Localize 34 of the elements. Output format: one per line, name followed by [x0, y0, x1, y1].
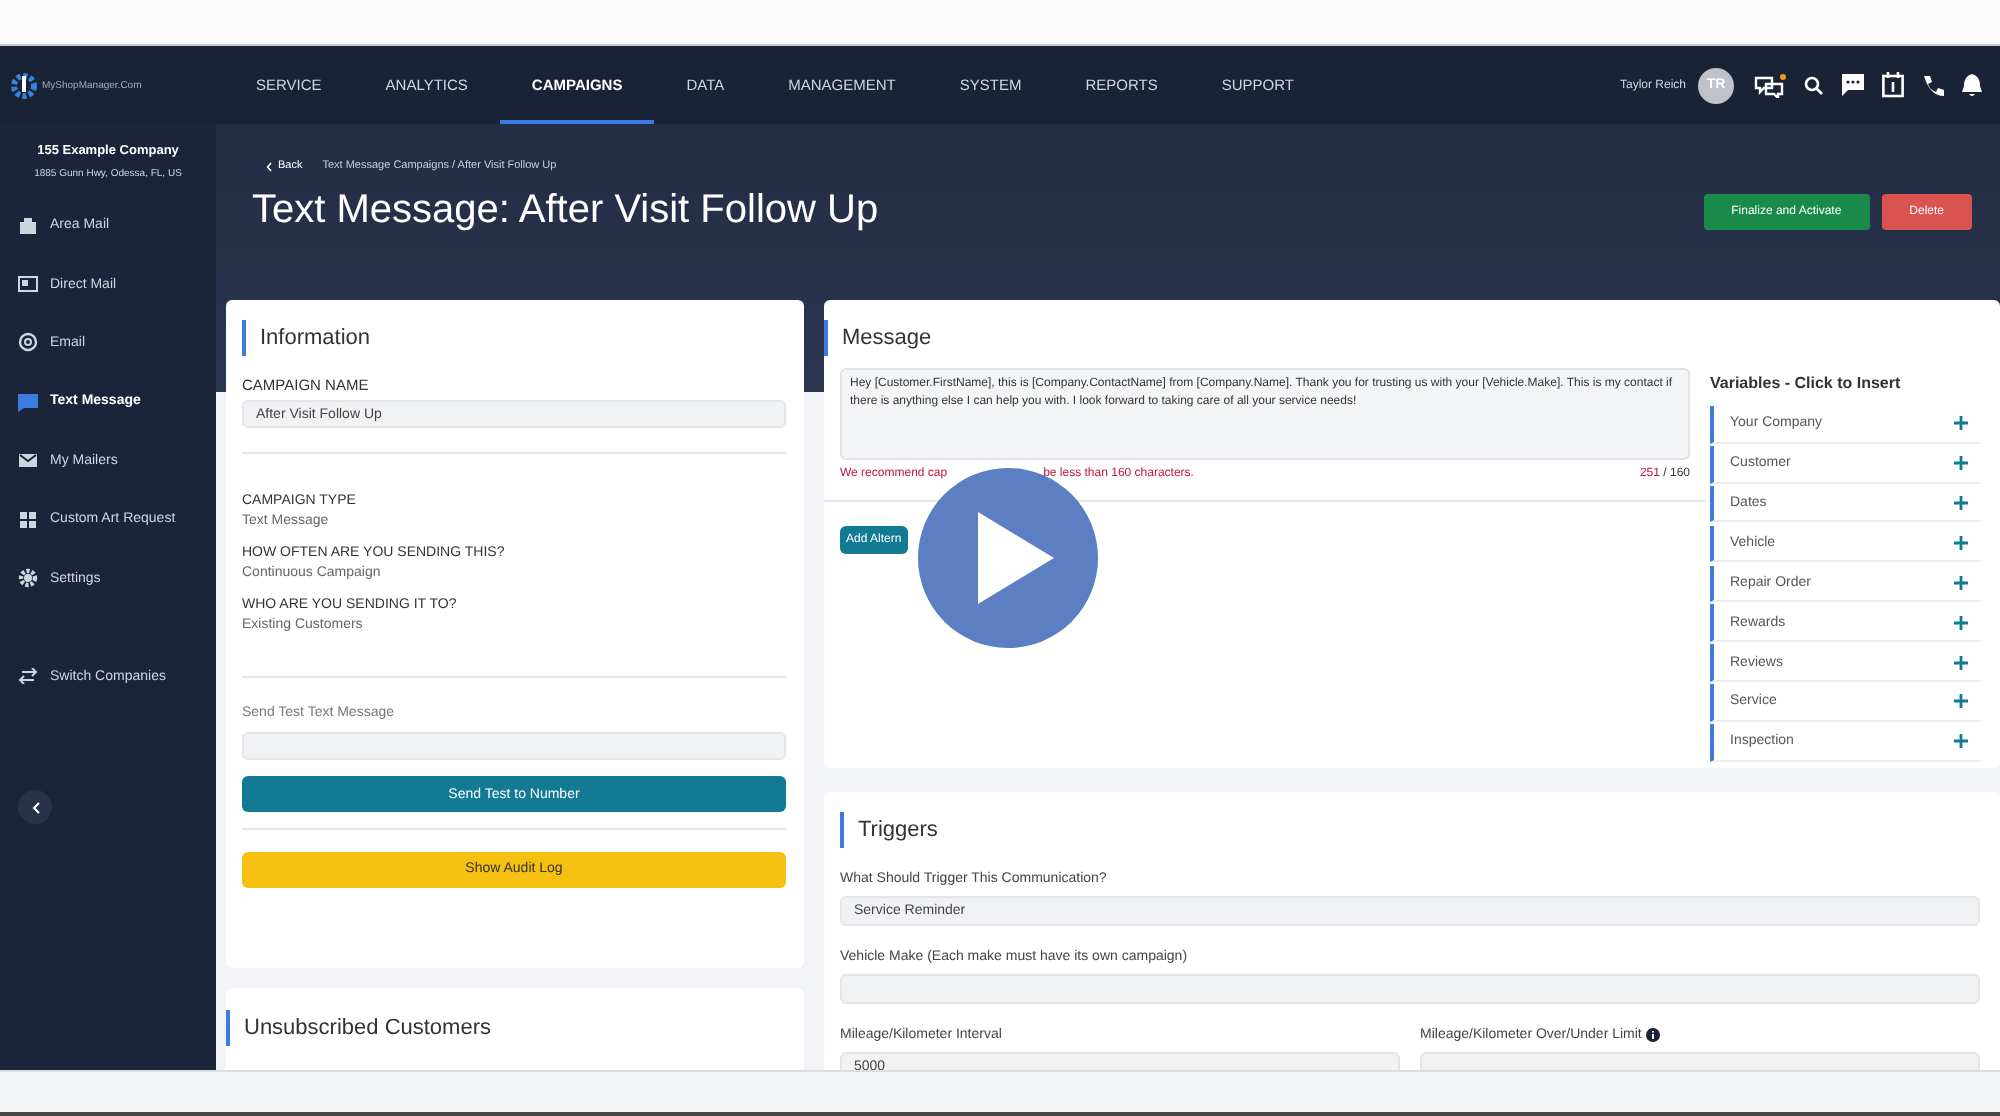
chevron-left-icon: [266, 161, 272, 171]
card-title: Message: [824, 320, 2000, 356]
info-icon: [1645, 1028, 1660, 1042]
card-title: Information: [242, 320, 786, 356]
calendar-icon[interactable]: [1882, 72, 1904, 98]
plus-icon: [1954, 496, 1968, 511]
chat-icon[interactable]: [1754, 73, 1786, 97]
bell-icon[interactable]: [1962, 73, 1982, 97]
plus-icon: [1954, 734, 1968, 749]
message-icon[interactable]: [1842, 74, 1864, 96]
gear-logo-icon: [10, 71, 38, 99]
plus-icon: [1954, 655, 1968, 670]
plus-icon: [1954, 456, 1968, 471]
swap-arrows-icon: [18, 668, 38, 685]
chat-icon: [18, 391, 38, 412]
collapse-sidebar-button[interactable]: [18, 790, 52, 825]
card-title: Unsubscribed Customers: [226, 1009, 786, 1045]
grid-icon: [18, 509, 38, 530]
phone-icon[interactable]: [1922, 74, 1944, 96]
phone-input-field[interactable]: [242, 732, 786, 760]
page-title: Text Message: After Visit Follow Up: [252, 188, 881, 234]
building-icon: [18, 215, 38, 236]
plus-icon: [1954, 694, 1968, 709]
search-icon[interactable]: [1804, 75, 1824, 95]
card-icon: [18, 274, 38, 295]
vehicle-make-field[interactable]: [840, 974, 1980, 1004]
plus-icon: [1954, 535, 1968, 550]
plus-icon: [1954, 575, 1968, 590]
plus-icon: [1954, 615, 1968, 630]
plus-icon: [1954, 416, 1968, 431]
variables-title: Variables - Click to Insert: [1710, 374, 1903, 392]
card-title: Triggers: [840, 812, 1980, 848]
chevron-left-icon: [31, 801, 39, 814]
envelope-icon: [18, 450, 38, 471]
